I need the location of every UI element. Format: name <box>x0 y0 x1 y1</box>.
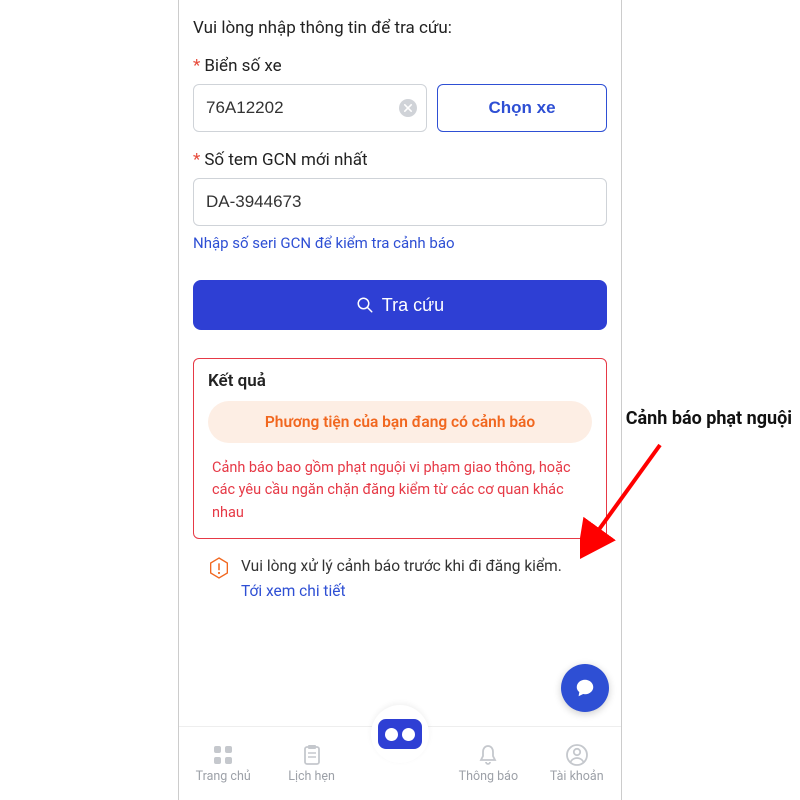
goggles-icon <box>378 719 422 749</box>
plate-label: *Biển số xe <box>193 56 607 76</box>
action-row: Vui lòng xử lý cảnh báo trước khi đi đăn… <box>193 539 607 599</box>
gcn-input[interactable] <box>193 178 607 226</box>
clear-plate-icon[interactable] <box>399 99 417 117</box>
tab-schedule[interactable]: Lịch hẹn <box>272 743 352 784</box>
search-button[interactable]: Tra cứu <box>193 280 607 330</box>
form-prompt: Vui lòng nhập thông tin để tra cứu: <box>193 18 607 38</box>
bell-icon <box>476 743 500 767</box>
warning-pill: Phương tiện của bạn đang có cảnh báo <box>208 401 592 443</box>
gcn-label-text: Số tem GCN mới nhất <box>204 150 367 170</box>
plate-label-text: Biển số xe <box>204 56 281 76</box>
result-box: Kết quả Phương tiện của bạn đang có cảnh… <box>193 358 607 539</box>
chat-icon <box>574 677 596 699</box>
user-icon <box>565 743 589 767</box>
tab-account-label: Tài khoản <box>550 769 604 784</box>
tab-center-button[interactable] <box>371 705 429 763</box>
required-star: * <box>193 56 200 76</box>
action-text: Vui lòng xử lý cảnh báo trước khi đi đăn… <box>241 555 562 577</box>
view-detail-link[interactable]: Tới xem chi tiết <box>241 582 562 600</box>
tab-home-label: Trang chủ <box>196 769 251 784</box>
search-button-label: Tra cứu <box>382 295 444 316</box>
tab-home[interactable]: Trang chủ <box>183 743 263 784</box>
annotation-label: Cảnh báo phạt nguội <box>626 408 792 429</box>
select-vehicle-button[interactable]: Chọn xe <box>437 84 607 132</box>
warning-detail: Cảnh báo bao gồm phạt nguội vi phạm giao… <box>208 457 592 524</box>
tab-notifications[interactable]: Thông báo <box>448 743 528 784</box>
required-star: * <box>193 150 200 170</box>
tab-schedule-label: Lịch hẹn <box>288 769 335 784</box>
grid-icon <box>211 743 235 767</box>
chat-fab[interactable] <box>561 664 609 712</box>
gcn-label: *Số tem GCN mới nhất <box>193 150 607 170</box>
gcn-hint-link[interactable]: Nhập số seri GCN để kiểm tra cảnh báo <box>193 234 607 252</box>
result-title: Kết quả <box>208 371 592 391</box>
search-icon <box>356 296 374 314</box>
clipboard-icon <box>300 743 324 767</box>
alert-hexagon-icon <box>209 557 229 579</box>
tabbar: Trang chủ Lịch hẹn Thông báo Tài khoản <box>179 726 621 800</box>
tab-notifications-label: Thông báo <box>459 769 518 784</box>
tab-account[interactable]: Tài khoản <box>537 743 617 784</box>
plate-input[interactable] <box>193 84 427 132</box>
